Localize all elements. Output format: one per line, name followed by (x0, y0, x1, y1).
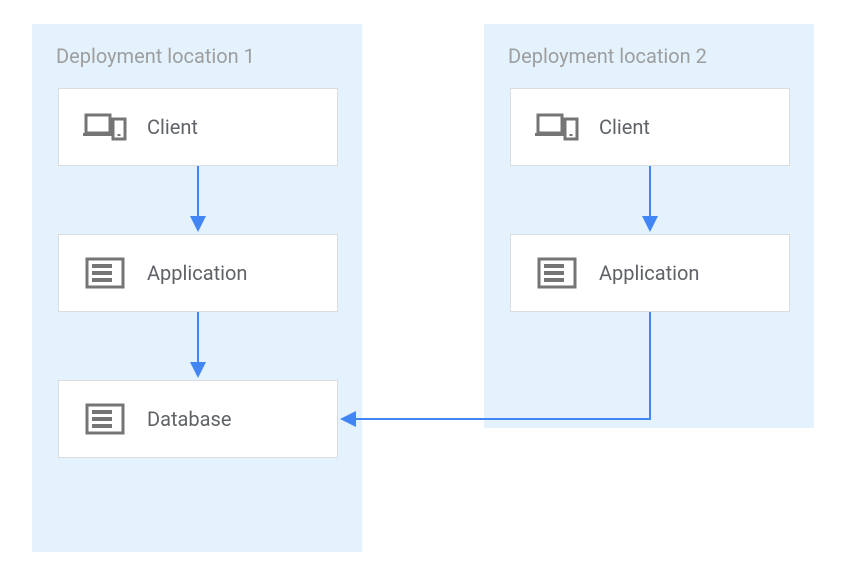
node-client-1: Client (58, 88, 338, 166)
server-icon (83, 251, 127, 295)
server-icon (83, 397, 127, 441)
node-application-1: Application (58, 234, 338, 312)
node-label: Client (147, 115, 198, 139)
node-label: Database (147, 407, 231, 431)
node-label: Client (599, 115, 650, 139)
node-application-2: Application (510, 234, 790, 312)
deployment-region-2: Deployment location 2 (484, 24, 814, 428)
region-title-1: Deployment location 1 (56, 44, 338, 68)
node-database: Database (58, 380, 338, 458)
node-client-2: Client (510, 88, 790, 166)
server-icon (535, 251, 579, 295)
node-label: Application (599, 261, 699, 285)
client-devices-icon (535, 105, 579, 149)
client-devices-icon (83, 105, 127, 149)
node-label: Application (147, 261, 247, 285)
region-title-2: Deployment location 2 (508, 44, 790, 68)
